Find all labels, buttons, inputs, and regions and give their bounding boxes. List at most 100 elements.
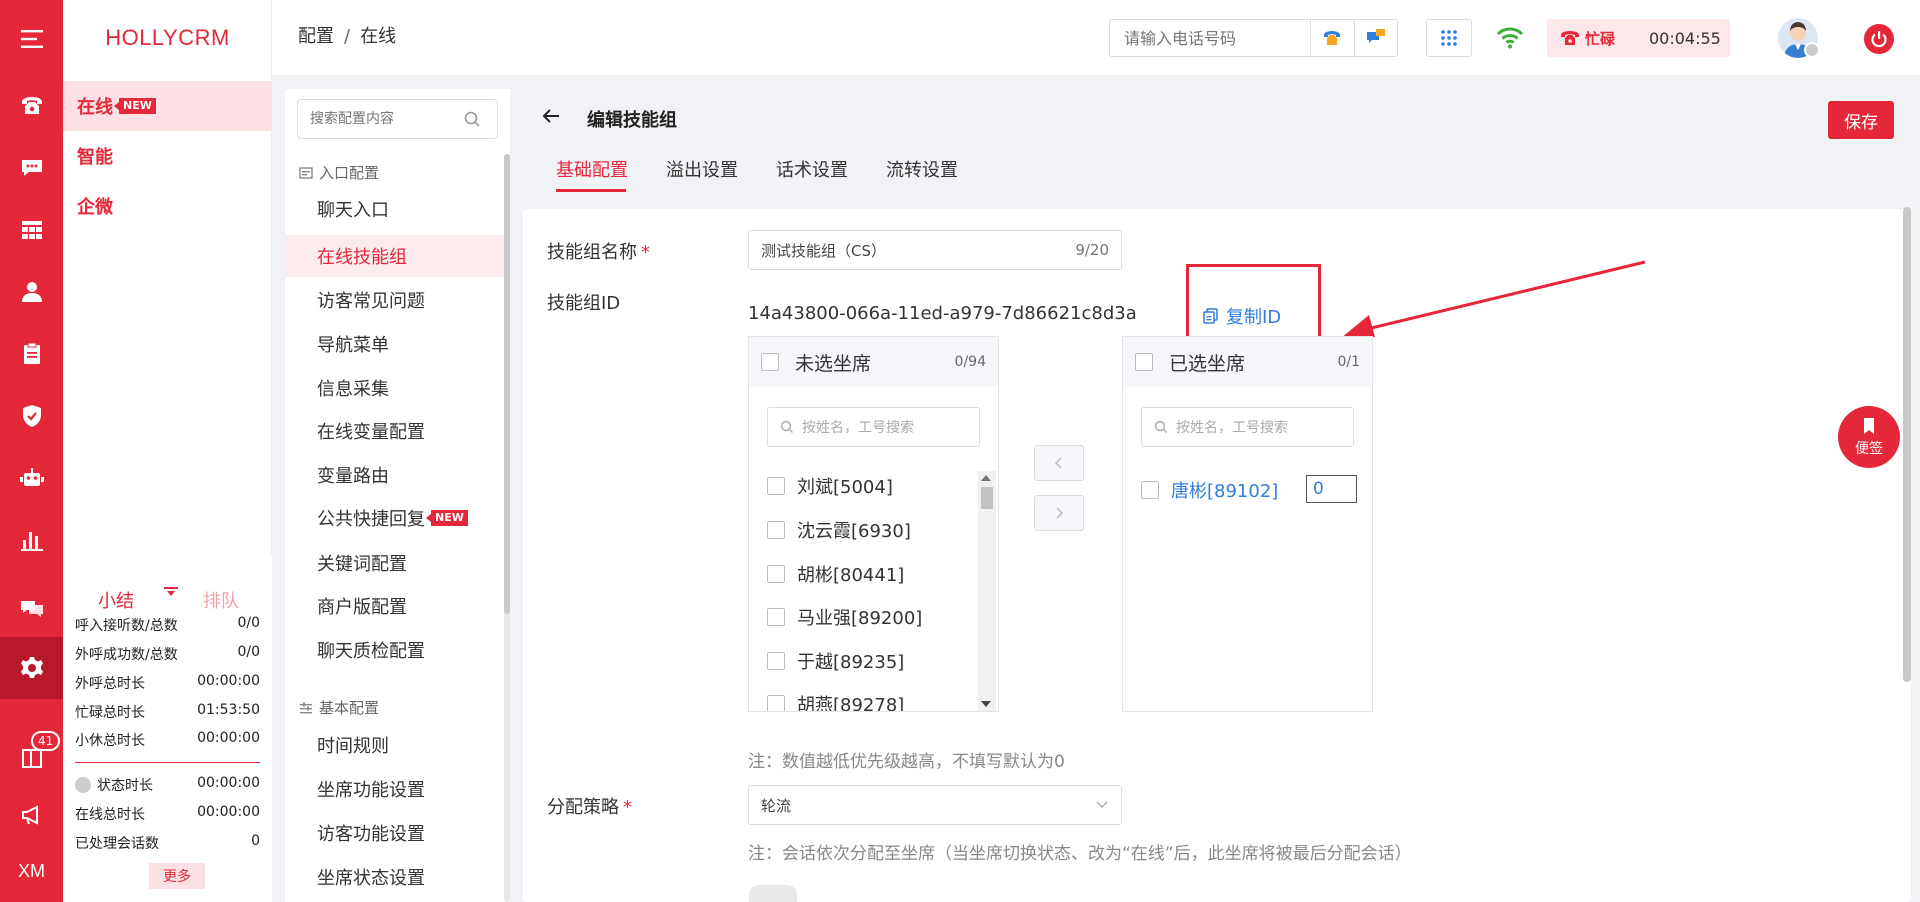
agent-checkbox[interactable] — [767, 695, 785, 711]
menu-icon — [20, 30, 43, 48]
select-all-checkbox[interactable] — [761, 353, 779, 371]
sticky-note-button[interactable]: 便签 — [1838, 406, 1900, 468]
stats-more-button[interactable]: 更多 — [149, 863, 205, 889]
side-nav-online[interactable]: 在线 NEW — [63, 81, 272, 131]
breadcrumb-item[interactable]: 配置 — [298, 26, 334, 47]
main-scrollbar[interactable] — [1903, 207, 1911, 682]
save-button[interactable]: 保存 — [1828, 101, 1894, 139]
agent-item[interactable]: 马业强[89200] — [767, 604, 922, 630]
tab-overflow[interactable]: 溢出设置 — [666, 156, 738, 182]
search-icon[interactable] — [463, 110, 481, 128]
agent-checkbox[interactable] — [767, 521, 785, 539]
table-icon — [21, 221, 42, 239]
agent-list-scroll-thumb[interactable] — [981, 487, 993, 509]
rail-contact-button[interactable] — [0, 261, 63, 323]
new-tag: NEW — [426, 510, 468, 526]
side-nav-wecom[interactable]: 企微 — [63, 181, 272, 231]
selected-agent-item[interactable]: 唐彬[89102] — [1141, 477, 1278, 503]
rail-report-button[interactable] — [0, 509, 63, 571]
selected-panel-title: 已选坐席 — [1169, 352, 1246, 375]
scroll-up-arrow-icon[interactable] — [981, 475, 991, 481]
config-item-merchant[interactable]: 商户版配置 — [285, 585, 505, 627]
rail-settings-button[interactable] — [0, 637, 63, 699]
menu-toggle-button[interactable] — [0, 8, 63, 70]
scroll-down-arrow-icon[interactable] — [981, 701, 991, 707]
search-icon — [780, 420, 793, 433]
sms-button[interactable] — [1353, 20, 1398, 56]
priority-note: 注：数值越低优先级越高，不填写默认为0 — [748, 752, 1065, 772]
agent-checkbox[interactable] — [1141, 481, 1159, 499]
config-search — [297, 99, 498, 139]
search-icon — [1154, 420, 1167, 433]
rail-table-button[interactable] — [0, 199, 63, 261]
name-label: 技能组名称 * — [547, 242, 650, 263]
unselected-search-input[interactable]: 按姓名，工号搜索 — [767, 407, 980, 447]
agent-checkbox[interactable] — [767, 565, 785, 583]
strategy-select[interactable]: 轮流 — [748, 785, 1122, 825]
rail-user-initials[interactable]: XM — [0, 840, 63, 902]
back-arrow-icon[interactable] — [540, 105, 562, 127]
agent-checkbox[interactable] — [767, 477, 785, 495]
status-clear-icon[interactable] — [75, 777, 91, 793]
tab-basic[interactable]: 基础配置 — [556, 156, 628, 182]
config-item-online-vars[interactable]: 在线变量配置 — [285, 410, 505, 452]
skill-group-name-input[interactable]: 测试技能组（CS） 9/20 — [748, 230, 1122, 270]
config-item-chat-qc[interactable]: 聊天质检配置 — [285, 629, 505, 671]
config-item-visitor-functions[interactable]: 访客功能设置 — [285, 812, 505, 854]
agent-item[interactable]: 胡彬[80441] — [767, 561, 904, 587]
partial-toggle-switch[interactable] — [749, 885, 797, 902]
move-right-button[interactable] — [1034, 495, 1084, 531]
config-item-nav-menu[interactable]: 导航菜单 — [285, 323, 505, 365]
phone-number-input[interactable] — [1110, 20, 1310, 56]
stats-tab-queue[interactable]: 排队 — [203, 587, 239, 613]
select-all-checkbox[interactable] — [1135, 353, 1153, 371]
tab-transfer[interactable]: 流转设置 — [886, 156, 958, 182]
selected-agents-panel: 已选坐席 0/1 按姓名，工号搜索 唐彬[89102] 0 — [1122, 336, 1373, 712]
tab-active-indicator — [556, 189, 626, 192]
side-nav-smart[interactable]: 智能 — [63, 131, 272, 181]
config-item-var-routing[interactable]: 变量路由 — [285, 454, 505, 496]
rail-notice-button[interactable]: 41 — [0, 727, 63, 789]
config-item-quick-reply[interactable]: 公共快捷回复 NEW — [285, 497, 505, 539]
rail-broadcast-button[interactable] — [0, 784, 63, 846]
caret-down-icon[interactable] — [163, 587, 179, 597]
config-item-info-collect[interactable]: 信息采集 — [285, 367, 505, 409]
config-item-time-rules[interactable]: 时间规则 — [285, 724, 505, 766]
rail-phone-button[interactable] — [0, 75, 63, 137]
selected-search-input[interactable]: 按姓名，工号搜索 — [1141, 407, 1354, 447]
rail-security-button[interactable] — [0, 385, 63, 447]
side-nav-label: 智能 — [77, 147, 113, 168]
agent-status-box[interactable]: 忙碌 00:04:55 — [1547, 19, 1730, 57]
stats-tab-summary[interactable]: 小结 — [98, 587, 134, 613]
config-item-keywords[interactable]: 关键词配置 — [285, 542, 505, 584]
agent-priority-input[interactable]: 0 — [1306, 475, 1357, 503]
config-item-chat-entry[interactable]: 聊天入口 — [285, 188, 505, 230]
logout-button[interactable] — [1864, 24, 1894, 54]
rail-task-button[interactable] — [0, 323, 63, 385]
agent-item[interactable]: 胡燕[89278] — [767, 691, 904, 711]
move-left-button[interactable] — [1034, 445, 1084, 481]
agent-checkbox[interactable] — [767, 652, 785, 670]
rail-message-button[interactable] — [0, 577, 63, 639]
tab-scripts[interactable]: 话术设置 — [776, 156, 848, 182]
breadcrumb-item: 在线 — [360, 26, 397, 47]
icon-rail: 41 XM — [0, 0, 63, 902]
config-search-input[interactable] — [298, 101, 463, 137]
config-item-agent-status[interactable]: 坐席状态设置 — [285, 856, 505, 898]
agent-checkbox[interactable] — [767, 608, 785, 626]
agent-item[interactable]: 于越[89235] — [767, 648, 904, 674]
agent-item[interactable]: 沈云霞[6930] — [767, 517, 911, 543]
status-phone-icon — [1561, 31, 1579, 45]
config-item-agent-functions[interactable]: 坐席功能设置 — [285, 768, 505, 810]
skill-group-id: 14a43800-066a-11ed-a979-7d86621c8d3a — [748, 303, 1137, 324]
config-group-basic: 基本配置 — [299, 697, 379, 718]
config-item-visitor-faq[interactable]: 访客常见问题 — [285, 279, 505, 321]
dial-button[interactable] — [1310, 20, 1354, 56]
agent-item[interactable]: 刘斌[5004] — [767, 473, 893, 499]
rail-robot-button[interactable] — [0, 447, 63, 509]
phone-icon — [21, 97, 42, 114]
rail-chat-button[interactable] — [0, 137, 63, 199]
stat-row: 状态时长 00:00:00 — [75, 775, 260, 795]
app-grid-button[interactable] — [1426, 19, 1472, 57]
config-item-skill-group[interactable]: 在线技能组 — [285, 235, 505, 277]
